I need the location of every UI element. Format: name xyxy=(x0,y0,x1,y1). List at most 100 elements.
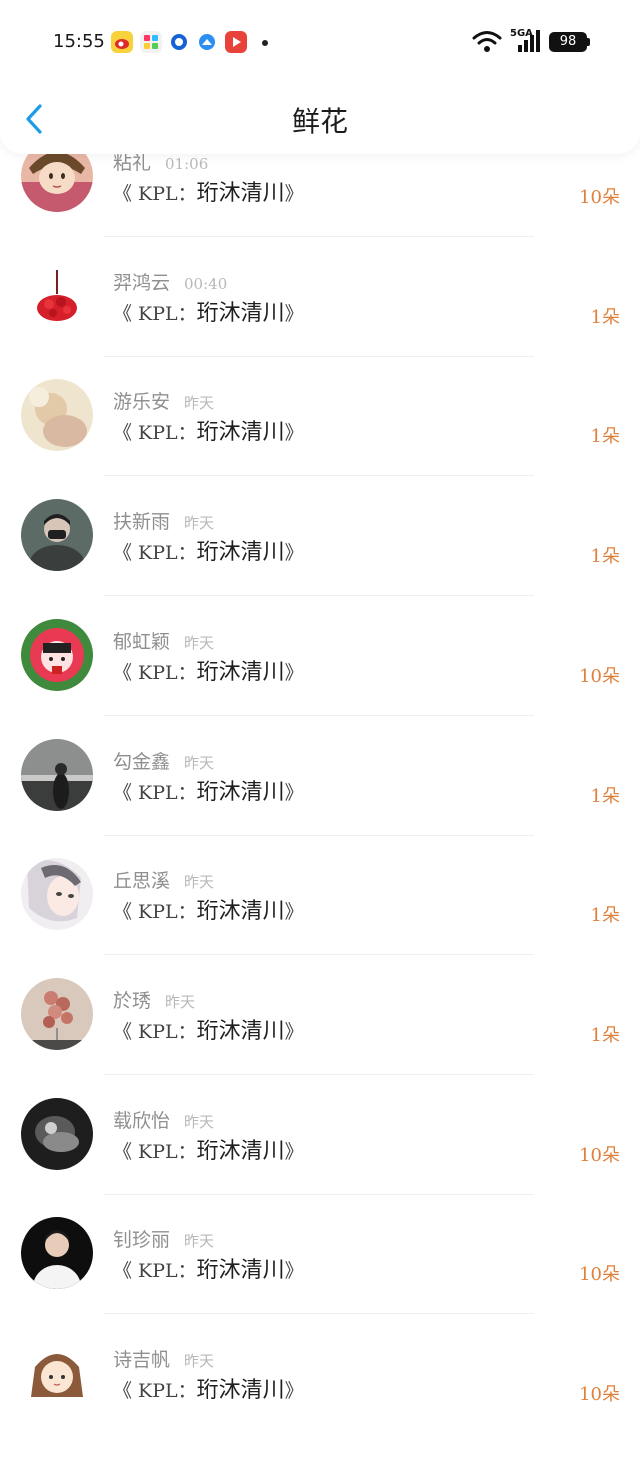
flower-list-item[interactable]: 郁虹颖 昨天 《 KPL：珩沐清川》 10朵 xyxy=(0,619,640,739)
sender-name[interactable]: 粘礼 xyxy=(113,152,151,174)
avatar[interactable] xyxy=(21,1098,93,1170)
status-time: 15:55 xyxy=(53,31,105,52)
flower-list-item[interactable]: 钊珍丽 昨天 《 KPL：珩沐清川》 10朵 xyxy=(0,1217,640,1337)
flower-quantity: 10朵 xyxy=(579,187,620,208)
gallery-icon xyxy=(140,31,162,53)
message-suffix: 》 xyxy=(284,1260,304,1282)
recipient-name: 珩沐清川 xyxy=(196,780,285,805)
sender-name[interactable]: 勾金鑫 xyxy=(113,751,170,773)
send-time: 昨天 xyxy=(165,993,196,1011)
avatar[interactable] xyxy=(21,379,93,451)
recipient-name: 珩沐清川 xyxy=(196,899,285,924)
divider xyxy=(104,715,534,716)
send-time: 昨天 xyxy=(184,873,215,891)
message-prefix: 《 KPL： xyxy=(113,662,197,684)
send-time: 昨天 xyxy=(184,1232,215,1250)
message-suffix: 》 xyxy=(284,1380,304,1402)
flower-quantity: 1朵 xyxy=(590,786,620,807)
sender-name[interactable]: 於琇 xyxy=(113,990,151,1012)
flower-quantity: 1朵 xyxy=(590,307,620,328)
recipient-name: 珩沐清川 xyxy=(196,301,285,326)
flower-list-item[interactable]: 扶新雨 昨天 《 KPL：珩沐清川》 1朵 xyxy=(0,499,640,619)
message-suffix: 》 xyxy=(284,1141,304,1163)
recipient-name: 珩沐清川 xyxy=(196,540,285,565)
sender-name[interactable]: 游乐安 xyxy=(113,391,170,413)
message-suffix: 》 xyxy=(284,303,304,325)
sender-name[interactable]: 钊珍丽 xyxy=(113,1229,170,1251)
recipient-name: 珩沐清川 xyxy=(196,181,285,206)
sender-name[interactable]: 羿鸿云 xyxy=(113,272,170,294)
flower-list-item[interactable]: 游乐安 昨天 《 KPL：珩沐清川》 1朵 xyxy=(0,379,640,499)
flower-quantity: 1朵 xyxy=(590,905,620,926)
message-prefix: 《 KPL： xyxy=(113,1380,197,1402)
flower-list-item[interactable]: 勾金鑫 昨天 《 KPL：珩沐清川》 1朵 xyxy=(0,739,640,859)
sender-name[interactable]: 诗吉帆 xyxy=(113,1349,170,1371)
divider xyxy=(104,835,534,836)
message-suffix: 》 xyxy=(284,1021,304,1043)
message-suffix: 》 xyxy=(284,183,304,205)
recipient-name: 珩沐清川 xyxy=(196,1139,285,1164)
sender-name[interactable]: 载欣怡 xyxy=(113,1110,170,1132)
battery-tip xyxy=(587,38,590,46)
send-time: 昨天 xyxy=(184,754,215,772)
flower-list-item[interactable]: 粘礼 01:06 《 KPL：珩沐清川》 10朵 xyxy=(0,140,640,260)
browser-icon xyxy=(168,31,190,53)
flower-list-item[interactable]: 於琇 昨天 《 KPL：珩沐清川》 1朵 xyxy=(0,978,640,1098)
avatar[interactable] xyxy=(21,739,93,811)
battery-icon: 98 xyxy=(549,32,587,52)
avatar[interactable] xyxy=(21,858,93,930)
flower-list-item[interactable]: 诗吉帆 昨天 《 KPL：珩沐清川》 10朵 xyxy=(0,1337,640,1457)
avatar[interactable] xyxy=(21,1217,93,1289)
send-time: 昨天 xyxy=(184,1352,215,1370)
message-prefix: 《 KPL： xyxy=(113,1141,197,1163)
message-prefix: 《 KPL： xyxy=(113,422,197,444)
send-time: 昨天 xyxy=(184,514,215,532)
message-suffix: 》 xyxy=(284,422,304,444)
message-suffix: 》 xyxy=(284,542,304,564)
avatar[interactable] xyxy=(21,1337,93,1409)
divider xyxy=(104,1194,534,1195)
divider xyxy=(104,954,534,955)
recipient-name: 珩沐清川 xyxy=(196,1258,285,1283)
send-time: 01:06 xyxy=(165,155,209,173)
notification-dot xyxy=(262,40,268,46)
flower-message: 《 KPL：珩沐清川》 xyxy=(113,1137,304,1166)
recipient-name: 珩沐清川 xyxy=(196,1019,285,1044)
flower-message: 《 KPL：珩沐清川》 xyxy=(113,1256,304,1285)
flower-message: 《 KPL：珩沐清川》 xyxy=(113,1017,304,1046)
message-suffix: 》 xyxy=(284,662,304,684)
messenger-icon xyxy=(196,31,218,53)
flower-message: 《 KPL：珩沐清川》 xyxy=(113,179,304,208)
message-prefix: 《 KPL： xyxy=(113,542,197,564)
divider xyxy=(104,595,534,596)
message-prefix: 《 KPL： xyxy=(113,782,197,804)
message-suffix: 》 xyxy=(284,782,304,804)
recipient-name: 珩沐清川 xyxy=(196,660,285,685)
sender-name[interactable]: 丘思溪 xyxy=(113,870,170,892)
divider xyxy=(104,1313,534,1314)
message-prefix: 《 KPL： xyxy=(113,901,197,923)
flower-quantity: 1朵 xyxy=(590,546,620,567)
divider xyxy=(104,236,534,237)
video-icon xyxy=(225,31,247,53)
flower-message: 《 KPL：珩沐清川》 xyxy=(113,778,304,807)
flower-list-item[interactable]: 丘思溪 昨天 《 KPL：珩沐清川》 1朵 xyxy=(0,858,640,978)
flower-quantity: 1朵 xyxy=(590,426,620,447)
divider xyxy=(104,475,534,476)
send-time: 昨天 xyxy=(184,1113,215,1131)
avatar[interactable] xyxy=(21,978,93,1050)
flower-list-item[interactable]: 羿鸿云 00:40 《 KPL：珩沐清川》 1朵 xyxy=(0,260,640,380)
sender-name[interactable]: 扶新雨 xyxy=(113,511,170,533)
message-prefix: 《 KPL： xyxy=(113,303,197,325)
wifi-icon xyxy=(472,31,502,52)
flower-quantity: 1朵 xyxy=(590,1025,620,1046)
flower-message: 《 KPL：珩沐清川》 xyxy=(113,897,304,926)
flower-list-item[interactable]: 载欣怡 昨天 《 KPL：珩沐清川》 10朵 xyxy=(0,1098,640,1218)
avatar[interactable] xyxy=(21,260,93,332)
flower-quantity: 10朵 xyxy=(579,666,620,687)
sender-name[interactable]: 郁虹颖 xyxy=(113,631,170,653)
avatar[interactable] xyxy=(21,499,93,571)
flower-message: 《 KPL：珩沐清川》 xyxy=(113,538,304,567)
avatar[interactable] xyxy=(21,619,93,691)
flower-message: 《 KPL：珩沐清川》 xyxy=(113,418,304,447)
